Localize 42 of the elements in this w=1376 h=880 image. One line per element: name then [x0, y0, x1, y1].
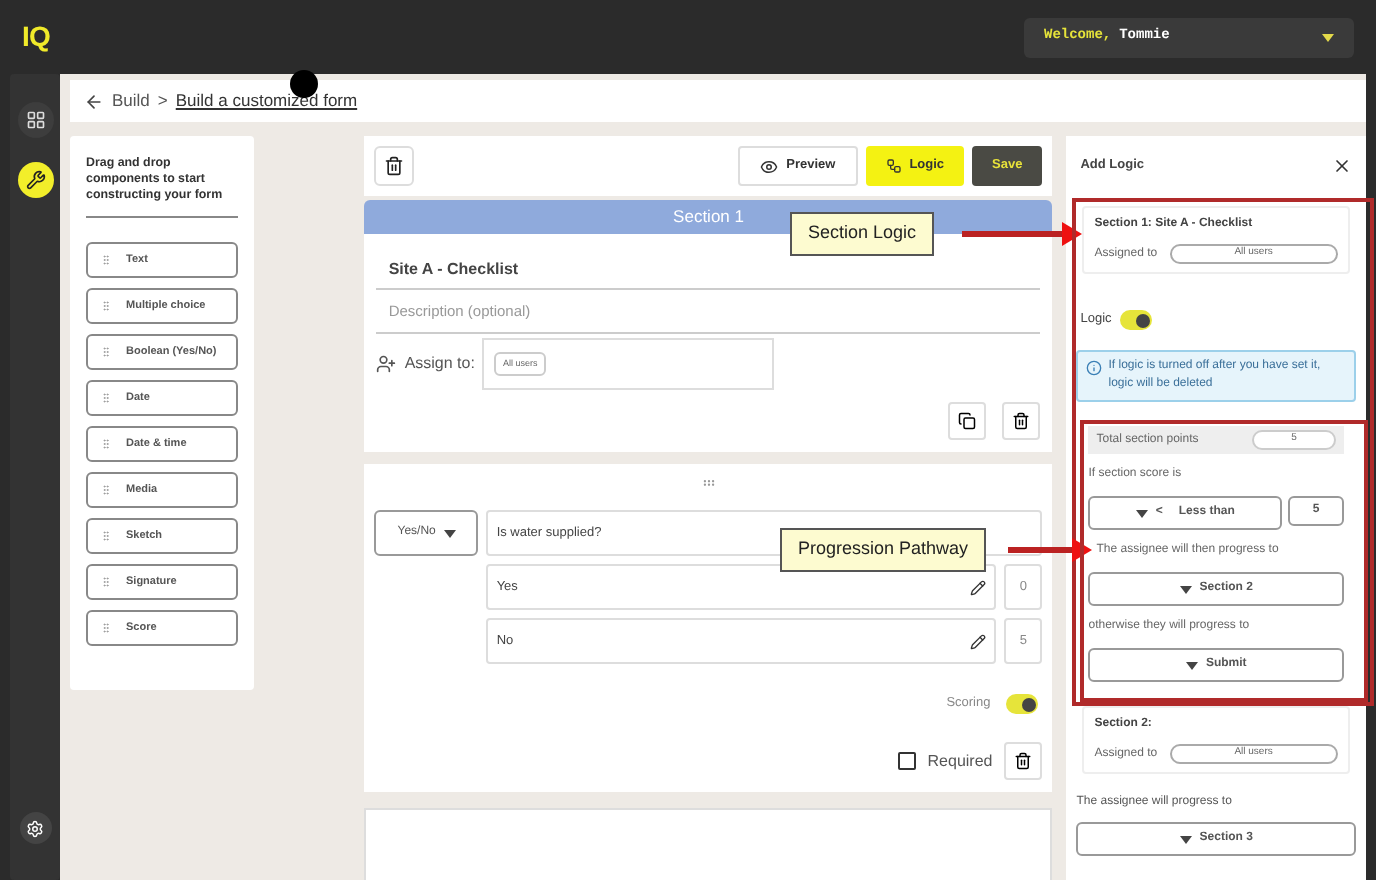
required-label: Required [927, 749, 993, 773]
tools-glyph-icon [25, 170, 45, 190]
required-checkbox[interactable] [897, 752, 916, 770]
scoring-toggle[interactable] [1006, 694, 1039, 714]
info-icon [1086, 360, 1103, 376]
callout-tooltip: Section Logic [790, 212, 935, 255]
caret-icon [1322, 33, 1334, 41]
delete-question-button[interactable] [1004, 742, 1043, 780]
duplicate-button[interactable] [948, 402, 987, 440]
assign-label: Assign to: [404, 352, 475, 376]
tools-icon[interactable] [17, 162, 53, 198]
caret-icon [443, 529, 456, 537]
callout-tooltip: Progression Pathway [780, 528, 987, 571]
pencil-icon [970, 579, 987, 595]
settings-icon[interactable] [26, 819, 44, 837]
pencil-icon [970, 633, 987, 649]
caret-icon [1185, 661, 1198, 669]
flow-icon [885, 158, 902, 174]
grid-icon [25, 110, 45, 130]
callout-arrow [1008, 538, 1092, 562]
logo: IQ [22, 18, 51, 56]
drag-handle-icon[interactable] [701, 476, 716, 490]
back-icon[interactable] [84, 91, 104, 111]
callout-arrow [962, 222, 1082, 246]
delete-section-button[interactable] [1002, 402, 1041, 440]
eye-icon [760, 157, 779, 175]
logic-toggle[interactable] [1119, 310, 1152, 330]
trash-icon [1012, 412, 1031, 430]
copy-icon [958, 412, 977, 430]
breadcrumb-link[interactable]: Build [112, 88, 150, 114]
delete-button[interactable] [374, 146, 415, 186]
close-icon[interactable] [1331, 156, 1352, 176]
dashboard-icon[interactable] [17, 102, 53, 138]
caret-icon [1179, 835, 1192, 843]
caret-icon [1135, 509, 1148, 517]
trash-icon [1014, 752, 1033, 770]
trash-icon [384, 156, 405, 176]
breadcrumb-separator: > [157, 88, 168, 114]
caret-icon [1179, 585, 1192, 593]
breadcrumb-current: Build a customized form [175, 88, 358, 114]
section-header-title: Section 1 [673, 204, 744, 230]
assign-user-icon [376, 354, 397, 374]
